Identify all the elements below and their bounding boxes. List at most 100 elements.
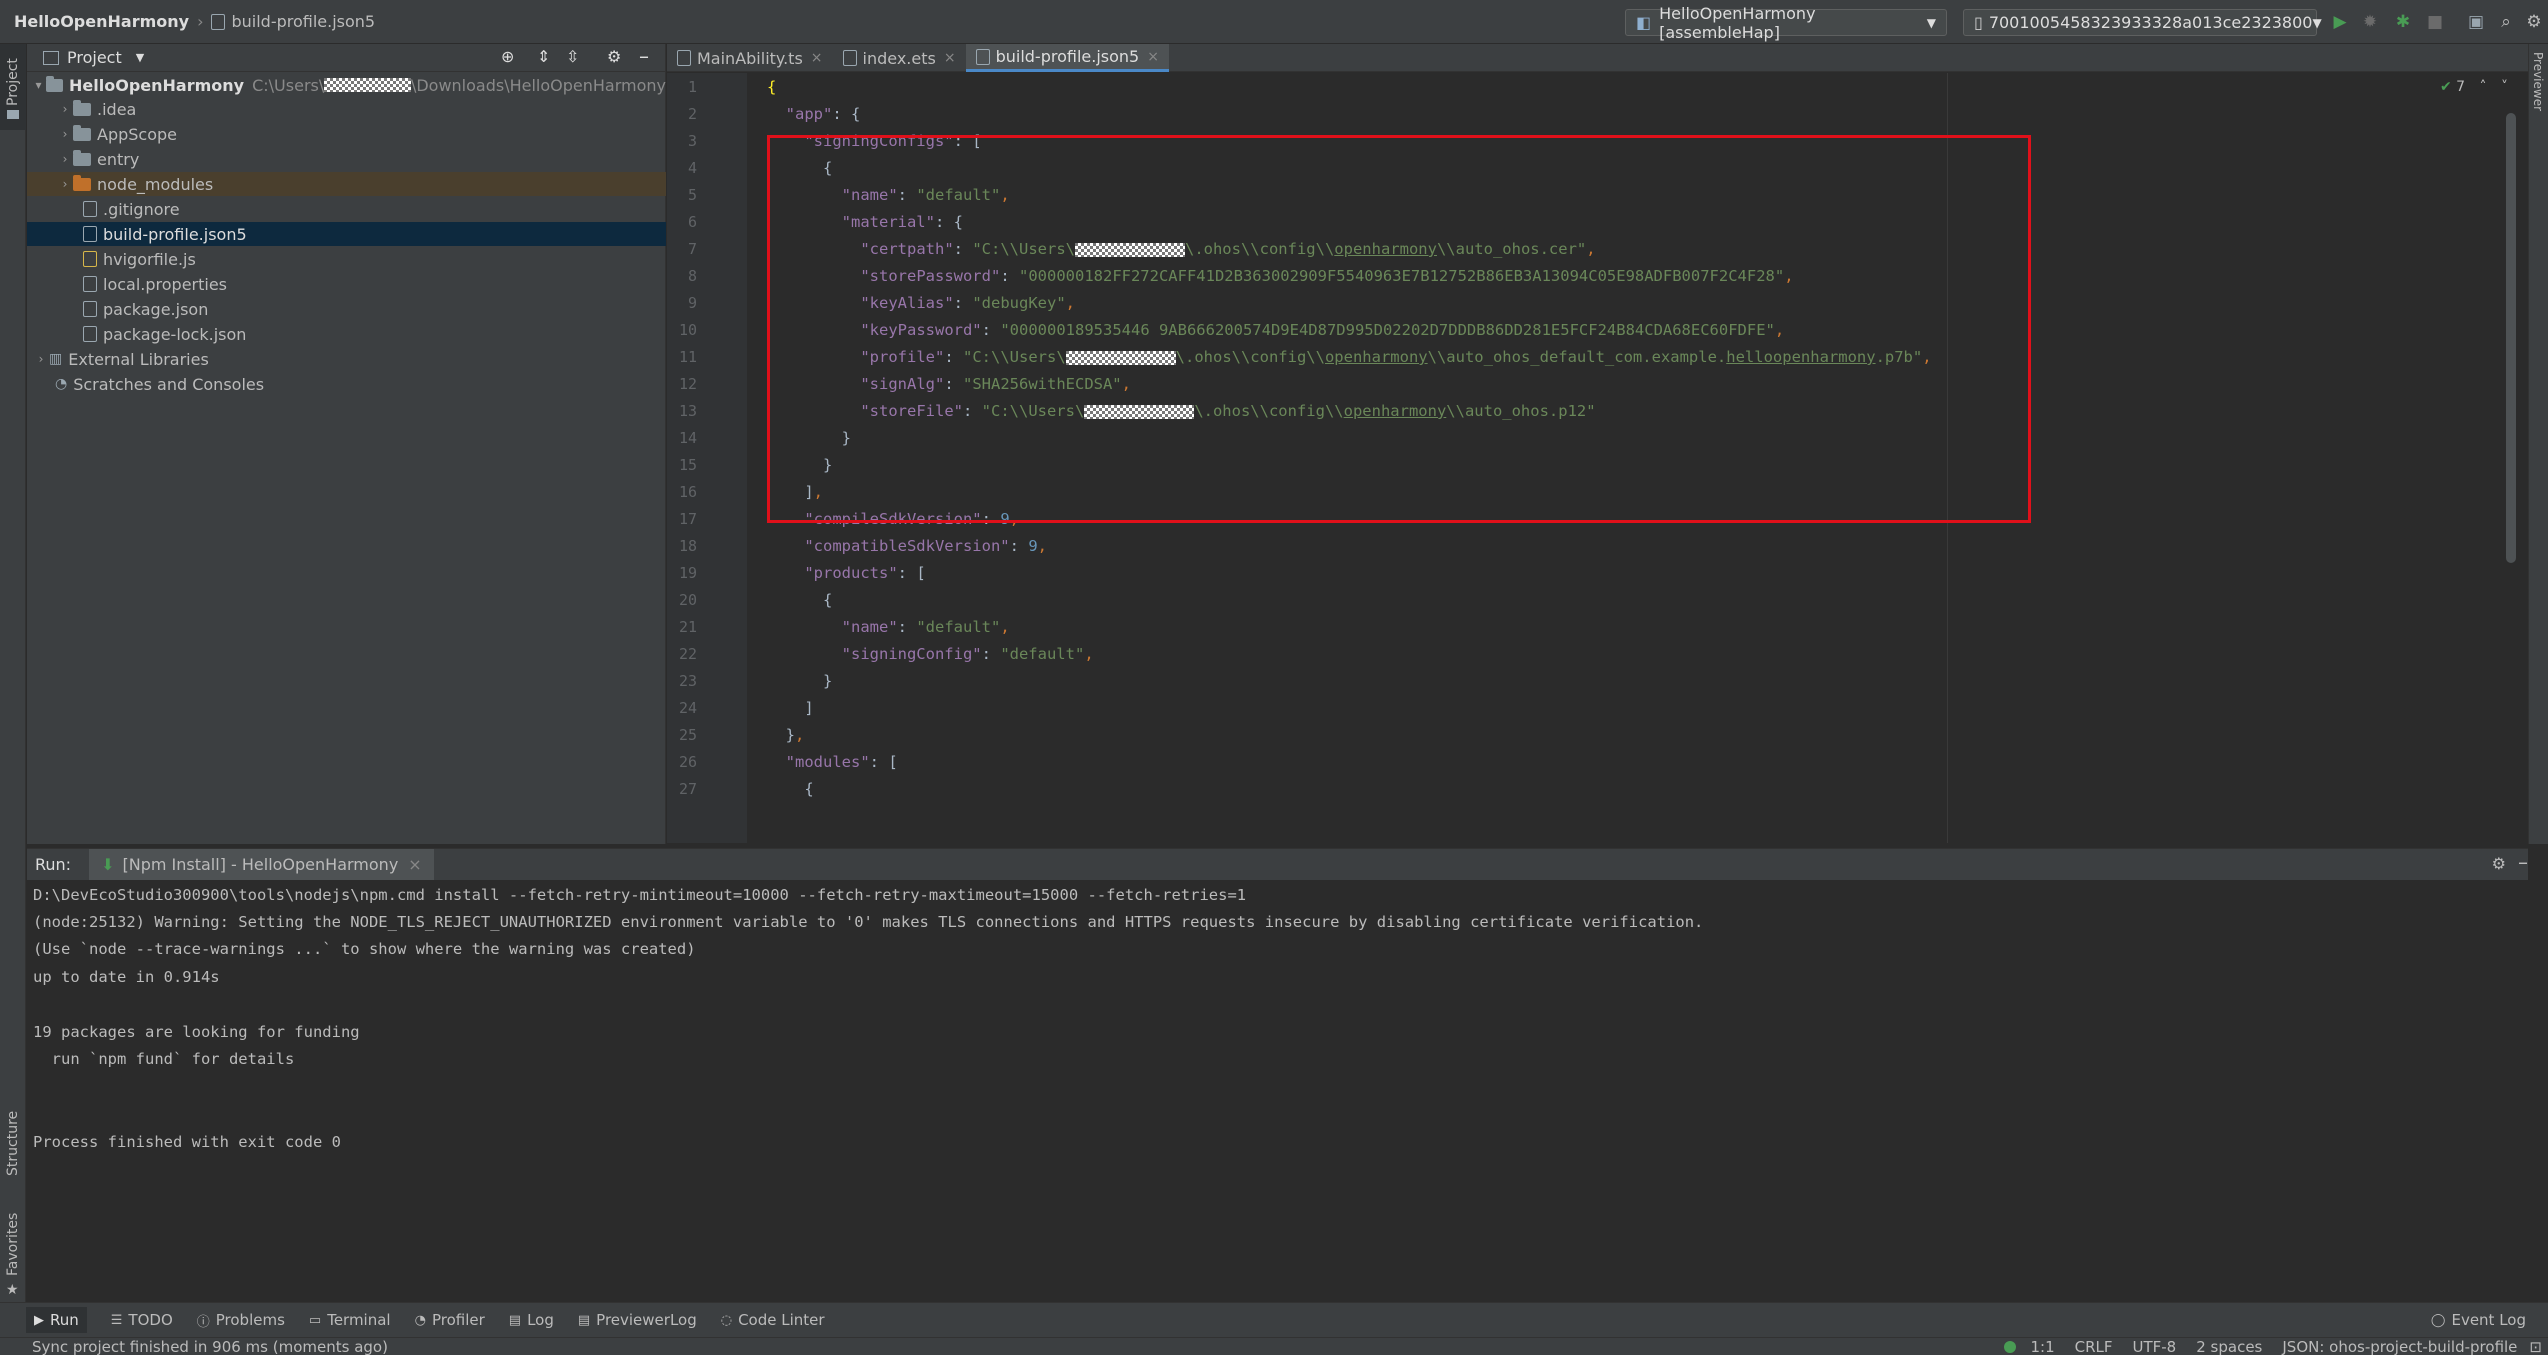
tool-label: Problems [215, 1311, 285, 1329]
tab-mainability[interactable]: MainAbility.ts × [667, 44, 833, 72]
line-number: 13 [678, 402, 697, 420]
device-select[interactable]: ▯ 7001005458323933328a013ce2323800 ▼ [1963, 9, 2322, 36]
gear-icon[interactable]: ⚙ [607, 47, 621, 66]
folder-icon [73, 149, 91, 166]
minimize-icon[interactable]: – [639, 44, 649, 68]
tree-item-package-json[interactable]: package.json [27, 297, 666, 321]
tree-item-label: .idea [97, 99, 137, 119]
tree-item-label: External Libraries [68, 349, 209, 369]
run-console[interactable]: D:\DevEcoStudio300900\tools\nodejs\npm.c… [27, 880, 2528, 1302]
structure-tool-button[interactable]: Structure [0, 1104, 26, 1194]
bottom-tool-bar: ▶ Run ☰ TODO ⓘ Problems ▭ Terminal ◔ Profiler… [0, 1302, 2548, 1337]
tree-item-external-libraries[interactable]: › ▥ External Libraries [27, 347, 666, 371]
chevron-up-icon[interactable]: ˄ [2480, 79, 2487, 95]
json-schema[interactable]: JSON: ohos-project-build-profile [2282, 1338, 2517, 1355]
tree-item-label: node_modules [97, 174, 214, 194]
tool-previewer-log[interactable]: ▤ PreviewerLog [578, 1311, 697, 1329]
breadcrumb-project[interactable]: HelloOpenHarmony [14, 12, 189, 31]
folder-icon [73, 174, 91, 191]
collapse-all-icon[interactable]: ⇳ [566, 47, 579, 66]
tree-item-node-modules[interactable]: › node_modules [27, 172, 666, 196]
chevron-down-icon[interactable]: ▼ [136, 51, 144, 64]
chevron-down-icon[interactable]: ▾ [31, 78, 46, 92]
tree-item-entry[interactable]: › entry [27, 147, 666, 171]
chevron-right-icon[interactable]: › [33, 352, 49, 366]
tree-root[interactable]: ▾ HelloOpenHarmony C:\Users\ \Downloads\… [27, 73, 666, 97]
tree-item-scratches[interactable]: ◔ Scratches and Consoles [27, 372, 666, 396]
favorites-tool-button[interactable]: Favorites ★ [0, 1204, 26, 1300]
run-configuration-select[interactable]: ◧ HelloOpenHarmony [assembleHap] ▼ [1625, 4, 1947, 42]
tab-build-profile[interactable]: build-profile.json5 × [965, 44, 1169, 72]
tool-label: Code Linter [738, 1311, 825, 1329]
run-icon[interactable]: ▶ [2330, 12, 2350, 32]
tool-run[interactable]: ▶ Run [26, 1307, 87, 1333]
lock-icon[interactable]: ⊡ [2529, 1338, 2542, 1355]
tool-problems[interactable]: ⓘ Problems [197, 1311, 285, 1330]
tab-index-ets[interactable]: index.ets × [833, 44, 966, 72]
previewer-tool-button[interactable]: Previewer [2529, 48, 2548, 134]
tool-profiler[interactable]: ◔ Profiler [415, 1311, 485, 1329]
tool-code-linter[interactable]: ◌ Code Linter [721, 1311, 825, 1329]
minimize-icon[interactable]: – [2518, 850, 2528, 874]
close-icon[interactable]: × [944, 50, 956, 66]
status-indicator-icon[interactable] [2004, 1340, 2017, 1353]
gear-icon[interactable]: ⚙ [2492, 854, 2506, 873]
chevron-right-icon[interactable]: › [57, 152, 73, 166]
breadcrumb-file[interactable]: build-profile.json5 [231, 12, 375, 31]
tree-item-label: local.properties [103, 274, 228, 294]
line-number: 25 [678, 726, 697, 744]
editor-scrollbar[interactable] [2506, 113, 2516, 563]
tree-item-hvigorfile[interactable]: hvigorfile.js [27, 247, 666, 271]
code-line-23: } [767, 672, 833, 690]
tool-log[interactable]: ▤ Log [509, 1311, 554, 1329]
code-line-21: "name": "default", [841, 618, 1010, 636]
signing-configs-highlight [767, 135, 2031, 523]
settings-icon[interactable]: ⚙ [2524, 12, 2544, 32]
code-line-20: { [767, 591, 833, 609]
tree-item-idea[interactable]: › .idea [27, 97, 666, 121]
stop-icon[interactable]: ■ [2425, 12, 2445, 32]
chevron-right-icon[interactable]: › [57, 177, 73, 191]
line-number: 21 [678, 618, 697, 636]
star-icon: ★ [6, 1282, 19, 1298]
tree-item-package-lock[interactable]: package-lock.json [27, 322, 666, 346]
tool-todo[interactable]: ☰ TODO [111, 1311, 173, 1329]
device-manager-icon[interactable]: ▣ [2466, 12, 2486, 32]
indent-setting[interactable]: 2 spaces [2196, 1338, 2262, 1355]
project-view-select[interactable]: Project [67, 48, 122, 67]
close-icon[interactable]: × [408, 855, 421, 874]
device-label: 7001005458323933328a013ce2323800 [1988, 13, 2313, 32]
tree-item-build-profile[interactable]: build-profile.json5 [27, 222, 666, 246]
code-editor[interactable]: 1 2 3 4 5 6 7 8 9 10 11 12 13 14 15 16 1… [667, 73, 2528, 843]
json-file-icon [83, 326, 97, 342]
status-message[interactable]: Sync project finished in 906 ms (moments… [32, 1338, 388, 1355]
inspection-widget[interactable]: ✔ 7 ˄ ˅ [2440, 79, 2508, 95]
close-icon[interactable]: × [1147, 49, 1159, 65]
console-line: 19 packages are looking for funding [33, 1023, 360, 1041]
left-tool-stripe: Project Structure Favorites ★ [0, 44, 26, 1302]
search-icon[interactable]: ⌕ [2496, 12, 2516, 32]
cursor-position[interactable]: 1:1 [2030, 1338, 2054, 1355]
locate-file-icon[interactable]: ⊕ [501, 47, 514, 66]
tool-terminal[interactable]: ▭ Terminal [309, 1311, 391, 1329]
tree-item-appscope[interactable]: › AppScope [27, 122, 666, 146]
line-number: 5 [687, 186, 697, 204]
close-icon[interactable]: × [811, 50, 823, 66]
tree-item-local-properties[interactable]: local.properties [27, 272, 666, 296]
project-tool-button[interactable]: Project [0, 44, 26, 130]
file-encoding[interactable]: UTF-8 [2133, 1338, 2177, 1355]
debug-icon[interactable]: ✹ [2360, 12, 2380, 32]
tree-item-label: build-profile.json5 [103, 224, 247, 244]
chevron-right-icon[interactable]: › [57, 127, 73, 141]
attach-debugger-icon[interactable]: ✱ [2393, 12, 2413, 32]
line-separator[interactable]: CRLF [2075, 1338, 2113, 1355]
folder-icon [46, 75, 64, 92]
tree-item-gitignore[interactable]: .gitignore [27, 197, 666, 221]
chevron-down-icon[interactable]: ˅ [2501, 79, 2508, 95]
chevron-right-icon[interactable]: › [57, 102, 73, 116]
line-number: 4 [687, 159, 697, 177]
run-tab[interactable]: ⬇ [Npm Install] - HelloOpenHarmony × [89, 848, 434, 881]
tool-event-log[interactable]: ◯ Event Log [2431, 1311, 2526, 1329]
event-log-icon: ◯ [2430, 1312, 2446, 1328]
expand-all-icon[interactable]: ⇕ [537, 47, 550, 66]
